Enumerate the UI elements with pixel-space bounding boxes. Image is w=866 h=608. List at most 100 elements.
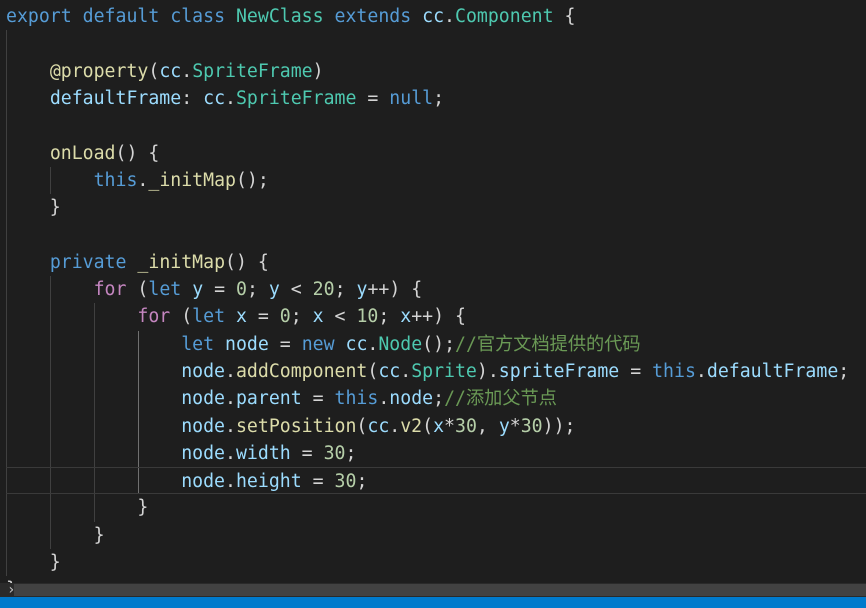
code-token: x	[235, 306, 247, 328]
status-bar	[0, 597, 866, 608]
code-token: *	[444, 415, 455, 437]
code-line[interactable]: for (let x = 0; x < 10; x++) {	[6, 303, 466, 330]
code-token: 10	[356, 306, 379, 328]
code-token: }	[6, 197, 61, 219]
code-line[interactable]: @property(cc.SpriteFrame)	[6, 58, 324, 85]
code-line[interactable]: node.parent = this.node;//添加父节点	[6, 385, 557, 412]
code-line[interactable]: this._initMap();	[6, 167, 269, 194]
code-line[interactable]: }	[6, 522, 105, 549]
code-token: y	[356, 279, 368, 300]
code-token: (	[356, 415, 368, 437]
code-token: () {	[225, 251, 269, 273]
code-line[interactable]: private _initMap() {	[6, 249, 269, 276]
code-token: ;	[246, 279, 269, 300]
code-token: (	[170, 306, 193, 328]
code-token: =	[301, 388, 335, 410]
code-line[interactable]: let node = new cc.Node();//官方文档提供的代码	[6, 331, 641, 358]
code-token: Sprite	[411, 360, 477, 382]
code-line[interactable]: }	[6, 194, 61, 221]
code-token: node	[225, 333, 269, 355]
code-line[interactable]: node.addComponent(cc.Sprite).spriteFrame…	[6, 358, 849, 385]
code-line[interactable]: onLoad() {	[6, 140, 160, 167]
code-token: Component	[455, 6, 554, 27]
code-token: }	[6, 497, 149, 519]
code-line[interactable]: node.height = 30;	[6, 467, 866, 495]
code-token: <	[279, 279, 313, 300]
scrollbar-thumb[interactable]	[14, 584, 866, 596]
code-token: x	[312, 306, 324, 328]
code-token: }	[6, 524, 105, 546]
code-token: ;	[334, 279, 357, 300]
code-token: cc	[367, 415, 390, 437]
chevron-right-icon: ›	[7, 582, 16, 598]
code-token: ,	[476, 415, 499, 437]
code-token: .	[137, 169, 149, 191]
code-token: ;	[356, 471, 368, 493]
code-line[interactable]: for (let y = 0; y < 20; y++) {	[6, 276, 423, 303]
code-line[interactable]: export default class NewClass extends cc…	[6, 3, 575, 30]
code-token: .	[225, 87, 236, 109]
code-token: ;	[378, 306, 401, 328]
code-token: .	[389, 415, 401, 437]
code-token: cc	[378, 360, 401, 382]
code-line[interactable]: }	[6, 549, 61, 576]
code-token: 20	[312, 279, 335, 300]
code-token: =	[619, 360, 653, 382]
code-token: defaultFrame	[706, 360, 839, 382]
code-line[interactable]: node.width = 30;	[6, 440, 356, 467]
code-token: ;	[290, 306, 313, 328]
code-token: .	[225, 415, 236, 437]
code-token: .	[181, 60, 193, 82]
code-token: 0	[236, 279, 247, 300]
code-token: ).	[476, 360, 499, 382]
code-token: .	[225, 471, 236, 493]
code-line[interactable]: defaultFrame: cc.SpriteFrame = null;	[6, 85, 444, 112]
code-token: NewClass	[235, 6, 324, 27]
code-token: @property	[49, 60, 149, 82]
code-token: cc	[345, 333, 368, 355]
code-token: SpriteFrame	[235, 87, 357, 109]
code-token: .	[378, 388, 390, 410]
code-token: =	[268, 333, 302, 355]
code-token: =	[246, 306, 280, 328]
code-token: spriteFrame	[498, 360, 620, 382]
code-token: onLoad	[49, 142, 116, 164]
code-line[interactable]: node.setPosition(cc.v2(x*30, y*30));	[6, 413, 575, 440]
code-token: y	[192, 279, 204, 300]
code-token: .	[225, 360, 236, 382]
code-token: 30	[334, 471, 357, 493]
code-editor[interactable]: export default class NewClass extends cc…	[0, 0, 866, 608]
code-token: v2	[400, 415, 423, 437]
code-token: //添加父节点	[444, 388, 557, 410]
code-token: node	[389, 388, 434, 410]
code-token: ;	[433, 87, 445, 109]
code-token: default	[82, 6, 160, 27]
code-token: //官方文档提供的代码	[455, 333, 641, 355]
code-token: private	[49, 251, 127, 273]
code-token: defaultFrame	[49, 87, 182, 109]
code-token: _initMap	[137, 251, 226, 273]
code-token: )	[312, 60, 324, 82]
horizontal-scrollbar[interactable]	[0, 583, 866, 597]
code-token: this	[652, 360, 696, 382]
code-token: this	[334, 388, 379, 410]
code-token: ));	[542, 415, 576, 437]
code-token: _initMap	[148, 169, 236, 191]
code-token: *	[509, 415, 521, 437]
code-line[interactable]: }	[6, 494, 148, 521]
